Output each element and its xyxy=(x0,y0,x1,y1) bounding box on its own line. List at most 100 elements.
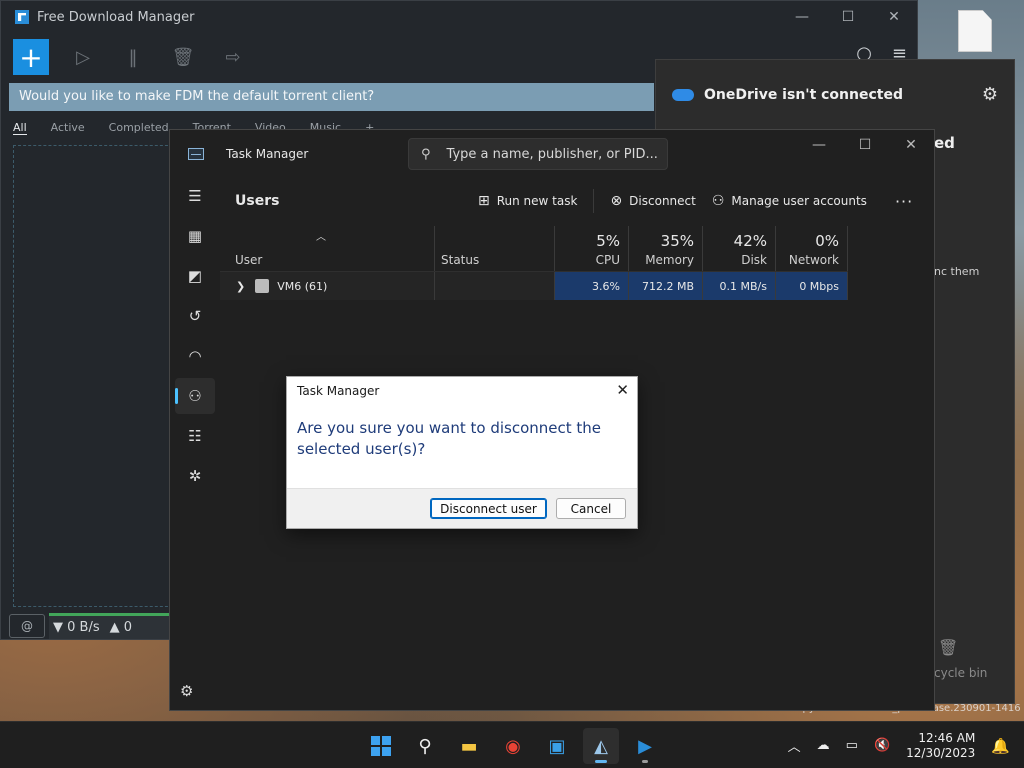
fdm-window-title: Free Download Manager xyxy=(37,9,195,25)
fdm-logo-icon xyxy=(15,10,29,24)
tm-window-controls: — ☐ ✕ xyxy=(796,130,934,160)
notification-bell-icon[interactable]: 🔔 xyxy=(991,737,1010,755)
add-download-button[interactable]: + xyxy=(13,39,49,75)
tm-command-bar: Users ⊞ Run new task ⊗ Disconnect ⚇ Mana… xyxy=(220,178,934,224)
nav-app-history-icon[interactable]: ↺ xyxy=(175,298,215,334)
resume-icon[interactable]: ▷ xyxy=(69,43,97,71)
table-header: ︿ User Status 5% CPU 35% Memory 42% Disk xyxy=(220,226,848,272)
search-placeholder: Type a name, publisher, or PID... xyxy=(446,146,658,162)
table-row[interactable]: ❯ VM6 (61) 3.6% 712.2 MB 0.1 MB/s 0 Mbps xyxy=(220,272,848,300)
memory-cell: 712.2 MB xyxy=(629,272,703,300)
close-icon[interactable]: ✕ xyxy=(888,130,934,160)
minimize-icon[interactable]: — xyxy=(796,130,842,160)
dialog-title: Task Manager xyxy=(297,384,380,398)
column-header-cpu[interactable]: 5% CPU xyxy=(555,226,629,271)
manage-accounts-label: Manage user accounts xyxy=(731,194,867,208)
disconnect-user-button[interactable]: Disconnect user xyxy=(430,498,547,519)
recycle-bin-label[interactable]: cycle bin xyxy=(934,666,987,680)
maximize-icon[interactable]: ☐ xyxy=(825,1,871,33)
move-icon[interactable]: ⇨ xyxy=(219,43,247,71)
chevron-right-icon[interactable]: ❯ xyxy=(236,280,245,293)
tab-completed[interactable]: Completed xyxy=(109,121,169,135)
settings-gear-icon[interactable]: ⚙ xyxy=(180,682,193,700)
dialog-footer: Disconnect user Cancel xyxy=(287,488,637,528)
clock-time: 12:46 AM xyxy=(918,730,976,745)
disk-cell: 0.1 MB/s xyxy=(703,272,776,300)
cpu-cell: 3.6% xyxy=(555,272,629,300)
disconnect-button[interactable]: ⊗ Disconnect xyxy=(610,193,695,209)
fdm-taskbar-icon[interactable]: ▶ xyxy=(627,728,663,764)
more-options-button[interactable]: ··· xyxy=(895,192,913,211)
disconnect-confirm-dialog: Task Manager ✕ Are you sure you want to … xyxy=(286,376,638,529)
maximize-icon[interactable]: ☐ xyxy=(842,130,888,160)
onedrive-text-partial: nc them xyxy=(934,265,980,278)
user-avatar-icon xyxy=(255,279,270,293)
column-header-disk[interactable]: 42% Disk xyxy=(703,226,776,271)
onedrive-cloud-icon xyxy=(672,89,694,101)
run-new-task-button[interactable]: ⊞ Run new task xyxy=(478,193,577,209)
nav-users-icon[interactable]: ⚇ xyxy=(175,378,215,414)
tab-active[interactable]: Active xyxy=(51,121,85,135)
windows-logo-icon xyxy=(371,736,391,756)
file-explorer-icon[interactable]: ▬ xyxy=(451,728,487,764)
fdm-download-list[interactable] xyxy=(13,145,173,607)
column-header-status[interactable]: Status xyxy=(435,226,555,271)
user-name: VM6 (61) xyxy=(277,279,328,293)
run-new-task-label: Run new task xyxy=(496,194,578,208)
taskbar-apps: ⚲ ▬ ◉ ▣ ◭ ▶ xyxy=(363,728,663,764)
nav-details-icon[interactable]: ☷ xyxy=(175,418,215,454)
sort-ascending-icon: ︿ xyxy=(316,232,326,243)
start-button[interactable] xyxy=(363,728,399,764)
nav-services-icon[interactable]: ✲ xyxy=(175,458,215,494)
pause-icon[interactable]: ‖ xyxy=(119,43,147,71)
onedrive-offline-icon[interactable]: ☁ xyxy=(817,738,830,753)
disconnect-label: Disconnect xyxy=(629,194,696,208)
column-header-network[interactable]: 0% Network xyxy=(776,226,848,271)
upload-speed: ▲ 0 xyxy=(109,620,133,635)
minimize-icon[interactable]: — xyxy=(779,1,825,33)
user-cell: ❯ VM6 (61) xyxy=(220,272,435,300)
manage-user-accounts-button[interactable]: ⚇ Manage user accounts xyxy=(712,193,867,209)
chrome-icon[interactable]: ◉ xyxy=(495,728,531,764)
task-manager-taskbar-icon[interactable]: ◭ xyxy=(583,728,619,764)
fdm-statusbar: @ ▼ 0 B/s ▲ 0 xyxy=(9,613,171,639)
system-tray: ︿ ☁ ▭ 🔇 12:46 AM 12/30/2023 🔔 xyxy=(788,722,1010,768)
app-icon[interactable]: ▣ xyxy=(539,728,575,764)
recycle-bin-icon[interactable]: 🗑 xyxy=(938,638,958,657)
users-icon: ⚇ xyxy=(711,193,725,209)
disconnect-user-icon: ⊗ xyxy=(610,193,623,209)
clock[interactable]: 12:46 AM 12/30/2023 xyxy=(906,731,975,761)
cancel-button[interactable]: Cancel xyxy=(556,498,626,519)
hamburger-menu-icon[interactable]: ☰ xyxy=(175,178,215,214)
fdm-window-controls: — ☐ ✕ xyxy=(779,1,917,33)
nav-performance-icon[interactable]: ◩ xyxy=(175,258,215,294)
column-header-user[interactable]: ︿ User xyxy=(220,226,435,271)
run-task-icon: ⊞ xyxy=(478,193,490,209)
network-cell: 0 Mbps xyxy=(776,272,848,300)
close-icon[interactable]: ✕ xyxy=(616,381,629,399)
gear-icon[interactable]: ⚙ xyxy=(982,84,998,105)
taskbar: ⚲ ▬ ◉ ▣ ◭ ▶ ︿ ☁ ▭ 🔇 12:46 AM 12/30/2023 … xyxy=(0,721,1024,768)
dialog-message: Are you sure you want to disconnect the … xyxy=(297,419,602,458)
chevron-up-icon[interactable]: ︿ xyxy=(788,736,801,755)
users-table: ︿ User Status 5% CPU 35% Memory 42% Disk xyxy=(220,226,848,300)
snail-mode-icon[interactable]: @ xyxy=(9,614,45,638)
tm-nav-rail: ☰ ▦ ◩ ↺ ◠ ⚇ ☷ ✲ ⚙ xyxy=(170,178,220,710)
clock-date: 12/30/2023 xyxy=(906,745,976,760)
fdm-default-client-banner: Would you like to make FDM the default t… xyxy=(9,83,654,111)
nav-startup-apps-icon[interactable]: ◠ xyxy=(175,338,215,374)
search-icon: ⚲ xyxy=(421,146,431,162)
volume-icon[interactable]: 🔇 xyxy=(874,738,890,753)
process-search-input[interactable]: ⚲ Type a name, publisher, or PID... xyxy=(408,138,668,170)
close-icon[interactable]: ✕ xyxy=(871,1,917,33)
tm-window-title: Task Manager xyxy=(226,147,309,161)
delete-icon[interactable]: 🗑 xyxy=(169,43,197,71)
tab-all[interactable]: All xyxy=(13,121,27,135)
desktop-file-icon[interactable] xyxy=(958,10,992,52)
column-header-memory[interactable]: 35% Memory xyxy=(629,226,703,271)
network-icon[interactable]: ▭ xyxy=(846,738,858,753)
search-icon[interactable]: ⚲ xyxy=(407,728,443,764)
onedrive-heading-partial: ed xyxy=(934,134,955,152)
download-speed: ▼ 0 B/s xyxy=(53,620,100,635)
nav-processes-icon[interactable]: ▦ xyxy=(175,218,215,254)
